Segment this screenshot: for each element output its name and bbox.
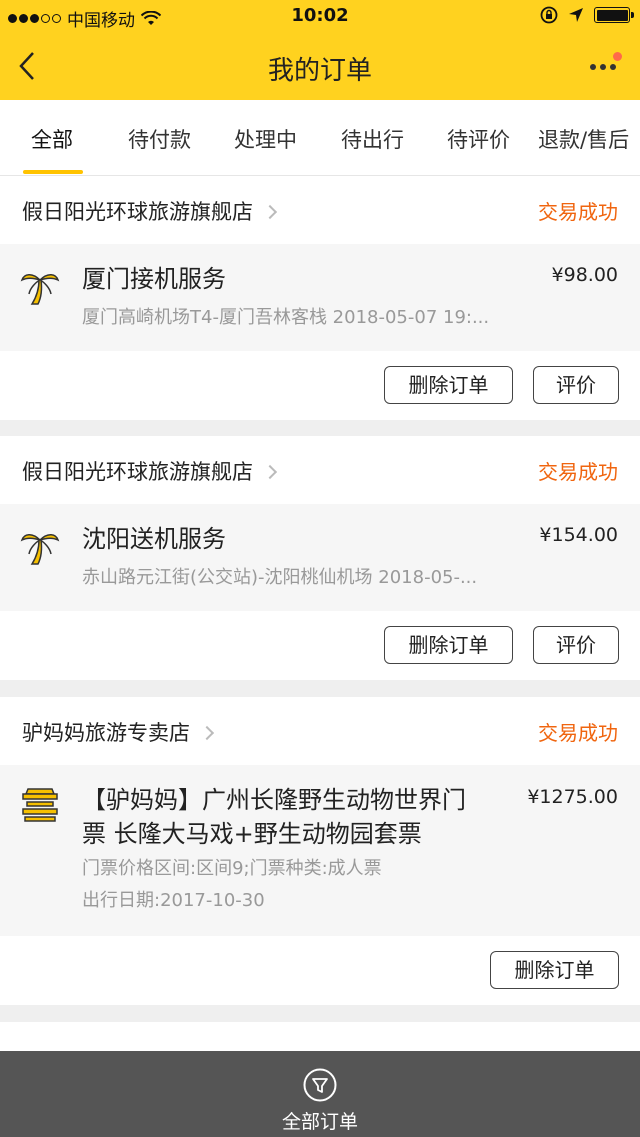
order-card: 假日阳光环球旅游旗舰店 交易成功 沈阳送机服务 ¥154.00 赤山路元江街(公… xyxy=(0,436,640,680)
delete-order-button[interactable]: 删除订单 xyxy=(490,951,619,989)
palm-tree-icon xyxy=(20,274,60,305)
ticket-gate-icon xyxy=(22,788,58,822)
order-status: 交易成功 xyxy=(538,721,618,745)
item-title: 厦门接机服务 xyxy=(82,265,226,293)
order-tabs: 全部 待付款 处理中 待出行 待评价 退款/售后 xyxy=(0,100,640,176)
all-orders-label: 全部订单 xyxy=(281,1111,358,1133)
item-title: 沈阳送机服务 xyxy=(82,525,226,553)
review-button[interactable]: 评价 xyxy=(533,366,619,404)
item-travel-date: 出行日期:2017-10-30 xyxy=(82,890,265,911)
chevron-right-icon xyxy=(199,725,215,741)
shop-row[interactable]: 假日阳光环球旅游旗舰店 交易成功 xyxy=(0,436,640,504)
order-status: 交易成功 xyxy=(538,200,618,224)
item-price: ¥1275.00 xyxy=(527,786,618,808)
item-ticket-type: 门票价格区间:区间9;门票种类:成人票 xyxy=(82,858,382,879)
bottom-bar[interactable]: 全部订单 xyxy=(0,1051,640,1137)
delete-order-button[interactable]: 删除订单 xyxy=(384,366,513,404)
review-button[interactable]: 评价 xyxy=(533,626,619,664)
tab-pending-review[interactable]: 待评价 xyxy=(447,124,510,154)
status-right xyxy=(540,6,634,24)
item-price: ¥98.00 xyxy=(551,264,618,286)
shop-name: 假日阳光环球旅游旗舰店 xyxy=(22,456,278,486)
palm-tree-icon xyxy=(20,534,60,565)
item-title: 【驴妈妈】广州长隆野生动物世界门 xyxy=(82,786,466,814)
item-price: ¥154.00 xyxy=(539,524,618,546)
notification-dot xyxy=(613,52,622,61)
tab-pending-travel[interactable]: 待出行 xyxy=(341,124,404,154)
tab-processing[interactable]: 处理中 xyxy=(234,124,297,154)
order-status: 交易成功 xyxy=(538,460,618,484)
active-tab-indicator xyxy=(23,170,83,174)
battery-icon xyxy=(594,7,634,23)
chevron-right-icon xyxy=(262,204,278,220)
more-menu-button[interactable] xyxy=(586,52,626,82)
filter-icon xyxy=(303,1068,337,1102)
chevron-right-icon xyxy=(262,464,278,480)
tab-all[interactable]: 全部 xyxy=(31,124,73,154)
page-title: 我的订单 xyxy=(267,56,372,86)
shop-name: 驴妈妈旅游专卖店 xyxy=(22,717,215,747)
delete-order-button[interactable]: 删除订单 xyxy=(384,626,513,664)
nav-bar: 我的订单 xyxy=(0,34,640,100)
status-bar: 中国移动 10:02 xyxy=(0,0,640,34)
order-item[interactable]: 沈阳送机服务 ¥154.00 xyxy=(0,504,640,611)
shop-row[interactable]: 假日阳光环球旅游旗舰店 交易成功 xyxy=(0,176,640,244)
order-card: 驴妈妈旅游专卖店 交易成功 【驴妈妈】广州长隆野生动物世界门 票 长隆大马戏+野… xyxy=(0,697,640,1005)
order-item[interactable]: 【驴妈妈】广州长隆野生动物世界门 票 长隆大马戏+野生动物园套票 ¥1275.0… xyxy=(0,765,640,936)
order-item[interactable]: 厦门接机服务 ¥98.00 xyxy=(0,244,640,351)
item-route: 赤山路元江街(公交站)-沈阳桃仙机场 2018-05-... xyxy=(82,567,478,588)
shop-row[interactable]: 驴妈妈旅游专卖店 交易成功 xyxy=(0,697,640,765)
rotation-lock-icon xyxy=(540,6,558,24)
order-card: 假日阳光环球旅游旗舰店 交易成功 厦门接机服务 ¥98.00 厦门高崎机场T4-… xyxy=(0,176,640,420)
location-arrow-icon xyxy=(569,8,583,22)
shop-name: 假日阳光环球旅游旗舰店 xyxy=(22,196,278,226)
tab-pending-payment[interactable]: 待付款 xyxy=(128,124,191,154)
item-route: 厦门高崎机场T4-厦门吾林客栈 2018-05-07 19:... xyxy=(82,307,490,328)
top-header-area: 中国移动 10:02 我的订单 xyxy=(0,0,640,100)
more-dots-icon xyxy=(590,64,616,70)
tab-refund-after-sale[interactable]: 退款/售后 xyxy=(538,124,629,154)
item-title-line2: 票 长隆大马戏+野生动物园套票 xyxy=(82,820,422,848)
